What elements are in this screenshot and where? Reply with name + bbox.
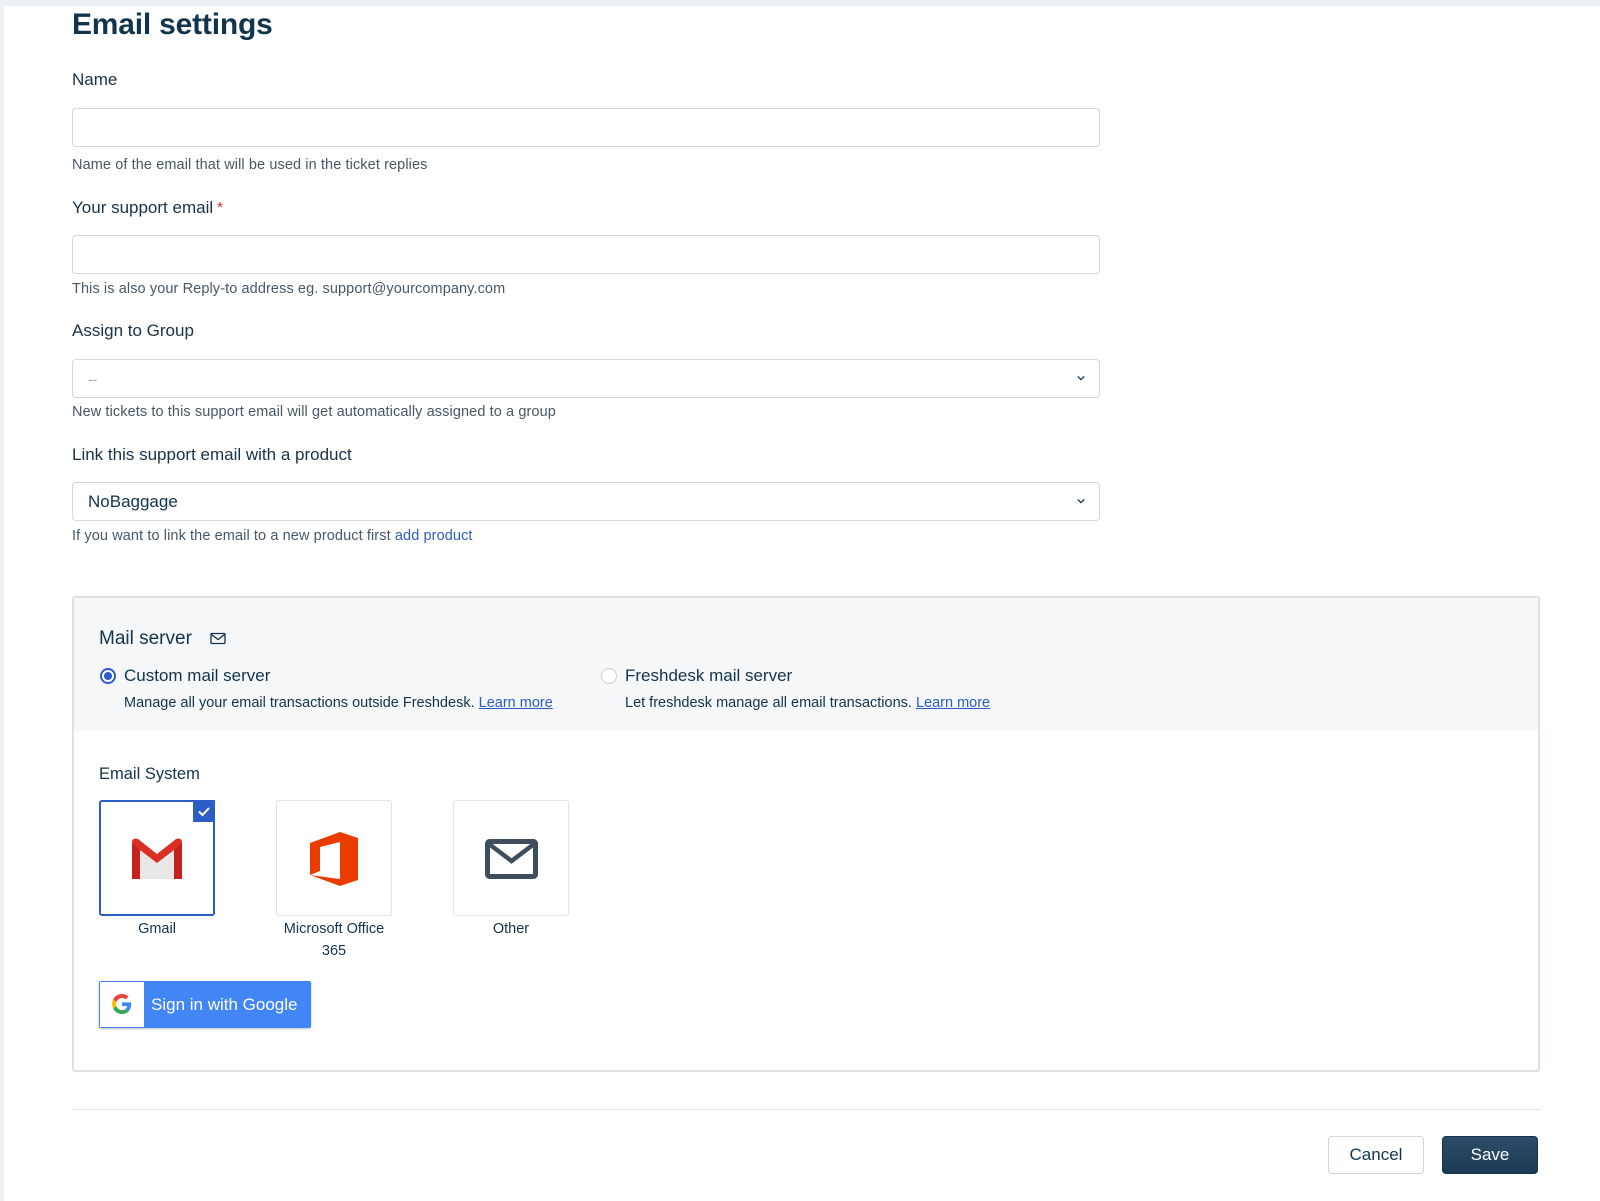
other-tile[interactable] (453, 800, 569, 916)
freshdesk-mail-server-desc-text: Let freshdesk manage all email transacti… (625, 695, 912, 711)
product-select[interactable]: NoBaggage (72, 482, 1100, 521)
page-title: Email settings (72, 8, 273, 41)
name-hint: Name of the email that will be used in t… (72, 157, 428, 173)
email-system-label: Email System (99, 765, 200, 783)
group-label: Assign to Group (72, 321, 194, 340)
chevron-down-icon (1077, 375, 1085, 381)
freshdesk-learn-more-link[interactable]: Learn more (916, 695, 990, 711)
custom-mail-server-label[interactable]: Custom mail server (124, 666, 270, 686)
mail-server-header: Mail server Custom mail server Manage al… (74, 598, 1538, 731)
custom-mail-server-radio[interactable] (100, 668, 116, 684)
support-email-label: Your support email * (72, 198, 223, 218)
product-label: Link this support email with a product (72, 445, 352, 464)
gmail-tile[interactable] (99, 800, 215, 916)
office365-tile[interactable] (276, 800, 392, 916)
product-select-value: NoBaggage (88, 492, 178, 511)
product-hint: If you want to link the email to a new p… (72, 528, 473, 544)
group-select[interactable]: -- (72, 359, 1100, 398)
group-hint: New tickets to this support email will g… (72, 404, 556, 420)
freshdesk-mail-server-description: Let freshdesk manage all email transacti… (625, 695, 990, 711)
envelope-icon (485, 839, 538, 879)
gmail-icon (132, 838, 182, 879)
sign-in-with-google-label: Sign in with Google (151, 995, 298, 1014)
other-tile-label: Other (492, 921, 530, 937)
sign-in-with-google-button[interactable]: Sign in with Google (99, 981, 311, 1028)
cancel-button[interactable]: Cancel (1328, 1136, 1424, 1174)
support-email-hint: This is also your Reply-to address eg. s… (72, 281, 506, 297)
mail-server-panel: Mail server Custom mail server Manage al… (72, 596, 1540, 1072)
support-email-label-text: Your support email (72, 198, 214, 217)
office365-icon (310, 832, 358, 886)
mail-icon (210, 632, 226, 645)
add-product-link[interactable]: add product (395, 528, 473, 544)
custom-learn-more-link[interactable]: Learn more (479, 695, 553, 711)
office365-label-line2: 365 (321, 943, 347, 959)
custom-mail-server-desc-text: Manage all your email transactions outsi… (124, 695, 475, 711)
mail-server-title: Mail server (99, 628, 192, 649)
support-email-input[interactable] (72, 235, 1100, 274)
footer-divider (72, 1109, 1540, 1110)
email-settings-page: Email settings Name Name of the email th… (4, 6, 1600, 1201)
product-hint-text: If you want to link the email to a new p… (72, 528, 391, 544)
freshdesk-mail-server-label[interactable]: Freshdesk mail server (625, 666, 792, 686)
freshdesk-mail-server-radio[interactable] (601, 668, 617, 684)
office365-tile-label: Microsoft Office 365 (266, 918, 402, 962)
gmail-tile-label: Gmail (138, 921, 176, 937)
name-input[interactable] (72, 108, 1100, 147)
group-select-value: -- (88, 371, 98, 387)
selected-check-icon (193, 800, 215, 822)
required-marker: * (217, 199, 223, 216)
save-button[interactable]: Save (1442, 1136, 1538, 1174)
google-g-icon (100, 982, 144, 1027)
custom-mail-server-description: Manage all your email transactions outsi… (124, 695, 553, 711)
office365-label-line1: Microsoft Office (283, 921, 385, 937)
chevron-down-icon (1077, 498, 1085, 504)
name-label: Name (72, 70, 118, 89)
